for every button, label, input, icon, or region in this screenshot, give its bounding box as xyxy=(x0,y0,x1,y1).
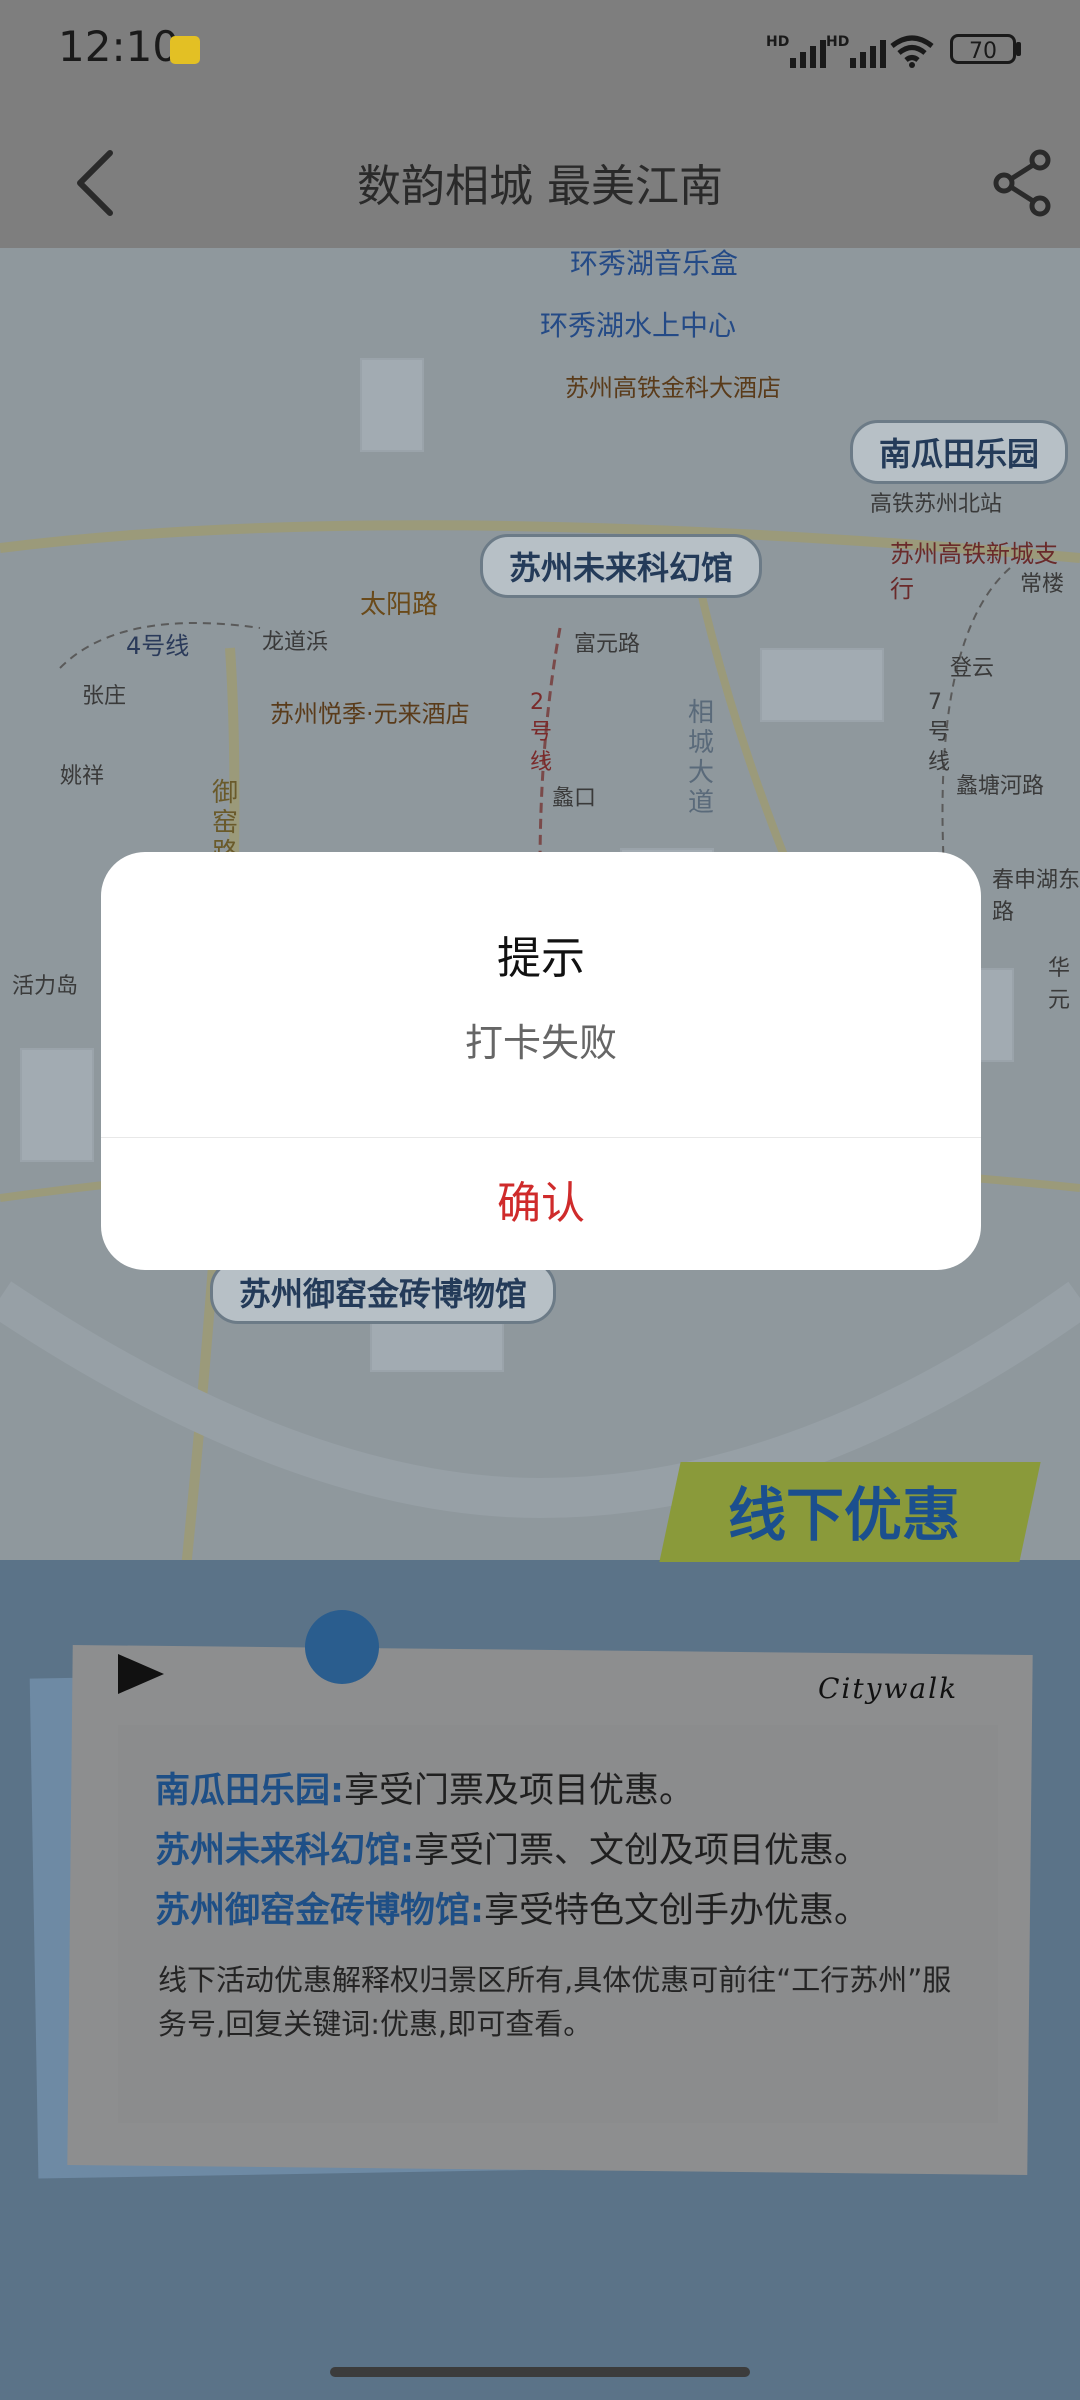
share-icon[interactable] xyxy=(990,148,1054,218)
station-label: 龙道浜 xyxy=(262,630,329,655)
dialog-title: 提示 xyxy=(497,933,585,984)
benefit-item: 南瓜田乐园:享受门票及项目优惠。 xyxy=(155,1762,694,1813)
citywalk-label: Citywalk xyxy=(818,1672,959,1705)
home-indicator[interactable] xyxy=(330,2367,750,2377)
station-label: 蠡塘河路 xyxy=(956,774,1045,799)
metro-line-label: 4号线 xyxy=(126,632,190,660)
station-label: 华元 xyxy=(1048,956,1071,1013)
station-label: 蠡口 xyxy=(552,786,597,811)
poi-future-museum[interactable]: 苏州未来科幻馆 xyxy=(480,534,763,598)
poi-gaotie-hotel[interactable]: 苏州高铁金科大酒店 xyxy=(565,368,781,403)
status-time: 12:10 xyxy=(58,22,180,71)
play-icon xyxy=(118,1654,164,1694)
station-label: 常楼 xyxy=(1020,572,1065,597)
station-label: 活力岛 xyxy=(12,974,79,999)
pin-decoration xyxy=(305,1610,379,1684)
page-title: 数韵相城 最美江南 xyxy=(357,161,723,212)
road-label: 太阳路 xyxy=(360,590,439,620)
building xyxy=(360,358,424,452)
building xyxy=(760,648,884,722)
poi-huanxiu-water[interactable]: 环秀湖水上中心 xyxy=(540,304,736,344)
wifi-icon xyxy=(890,35,934,68)
alert-dialog: 提示 打卡失败 确认 xyxy=(101,852,981,1270)
confirm-button[interactable]: 确认 xyxy=(101,1138,981,1270)
benefit-item: 苏州御窑金砖博物馆:享受特色文创手办优惠。 xyxy=(155,1882,869,1933)
station-label: 富元路 xyxy=(574,632,641,657)
benefit-text: 享受门票、文创及项目优惠。 xyxy=(414,1831,870,1871)
benefit-name: 南瓜田乐园: xyxy=(155,1771,344,1811)
benefit-text: 享受特色文创手办优惠。 xyxy=(484,1891,870,1931)
station-label: 登云 xyxy=(950,656,995,681)
offline-offer-title: 线下优惠 xyxy=(728,1481,961,1549)
benefit-item: 苏州未来科幻馆:享受门票、文创及项目优惠。 xyxy=(155,1822,869,1873)
station-label: 姚祥 xyxy=(60,764,105,789)
metro-line-label: 2号线 xyxy=(530,690,553,775)
dialog-message: 打卡失败 xyxy=(464,1021,617,1065)
poi-yueji-hotel[interactable]: 苏州悦季·元来酒店 xyxy=(270,694,470,729)
battery-tip xyxy=(1016,42,1021,56)
notification-icon xyxy=(170,36,200,64)
battery-icon: 70 xyxy=(950,34,1016,64)
building xyxy=(20,1048,94,1162)
benefit-text: 享受门票及项目优惠。 xyxy=(344,1771,695,1811)
station-label: 高铁苏州北站 xyxy=(870,492,1003,517)
signal-icon-2 xyxy=(850,36,886,68)
network-type-label-2: HD xyxy=(826,34,850,50)
promo-note: 线下活动优惠解释权归景区所有,具体优惠可前往“工行苏州”服务号,回复关键词:优惠… xyxy=(158,1963,952,2041)
network-type-label: HD xyxy=(766,34,790,50)
benefit-name: 苏州未来科幻馆: xyxy=(155,1831,414,1871)
poi-huanxiu-musicbox[interactable]: 环秀湖音乐盒 xyxy=(570,248,738,282)
station-label: 春申湖东路 xyxy=(992,868,1080,925)
poi-nanguatian[interactable]: 南瓜田乐园 xyxy=(850,420,1069,484)
metro-line-label: 7号线 xyxy=(928,690,951,775)
road-label: 相城大道 xyxy=(688,698,715,818)
station-label: 张庄 xyxy=(82,684,127,709)
signal-icon xyxy=(790,36,826,68)
benefit-name: 苏州御窑金砖博物馆: xyxy=(155,1891,484,1931)
